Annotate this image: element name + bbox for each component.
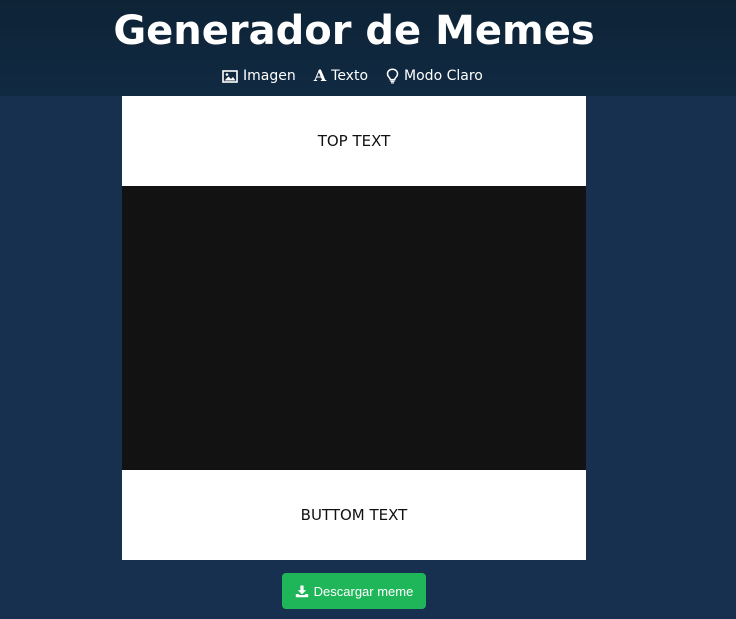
- page-title: Generador de Memes: [113, 8, 595, 54]
- meme-image: [122, 186, 586, 470]
- lightbulb-icon: [386, 68, 399, 84]
- nav-item-label: Modo Claro: [404, 68, 483, 84]
- nav-item-label: Imagen: [243, 68, 296, 84]
- download-label: Descargar meme: [313, 583, 414, 599]
- download-icon: [295, 585, 309, 598]
- meme-bottom-text: BUTTOM TEXT: [300, 506, 408, 524]
- nav-item-texto[interactable]: A Texto: [313, 66, 369, 85]
- text-icon: A: [313, 66, 327, 85]
- app-header: Generador de Memes Imagen A Texto Modo C…: [0, 0, 736, 96]
- nav-item-imagen[interactable]: Imagen: [222, 68, 296, 84]
- meme-top-text: TOP TEXT: [317, 132, 391, 150]
- nav-item-modo-claro[interactable]: Modo Claro: [386, 68, 483, 84]
- download-meme-button[interactable]: Descargar meme: [282, 573, 426, 609]
- main-nav: Imagen A Texto Modo Claro: [222, 64, 501, 88]
- nav-item-label: Texto: [331, 68, 369, 84]
- image-icon: [222, 69, 238, 83]
- meme-canvas: TOP TEXT BUTTOM TEXT: [122, 96, 586, 560]
